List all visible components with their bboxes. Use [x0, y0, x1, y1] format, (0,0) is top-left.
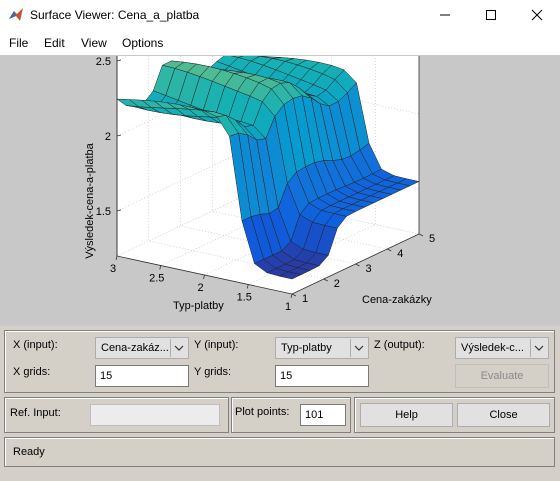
maximize-button[interactable]: [468, 0, 514, 30]
menu-options[interactable]: Options: [122, 36, 163, 50]
menu-view[interactable]: View: [81, 36, 107, 50]
y-tick: [115, 255, 118, 261]
y-axis-label: Typ-platby: [173, 300, 224, 312]
close-icon: [531, 9, 543, 21]
menu-edit[interactable]: Edit: [44, 36, 65, 50]
plot-points-label: Plot points:: [235, 406, 290, 418]
evaluate-button[interactable]: Evaluate: [455, 364, 549, 388]
x-tick: [418, 233, 424, 237]
x-input-label: X (input):: [13, 339, 58, 351]
y-input-select[interactable]: Typ-platby: [275, 337, 369, 359]
y-grids-value: 15: [280, 370, 293, 382]
axis-controls-panel: X (input): Cena-zakáz... Y (input): Typ-…: [4, 330, 555, 393]
x-grids-field[interactable]: 15: [95, 365, 189, 387]
plot-points-value: 101: [305, 409, 324, 421]
x-tick: [291, 293, 297, 297]
help-button[interactable]: Help: [360, 403, 453, 427]
plot-points-field[interactable]: 101: [300, 404, 346, 426]
y-tick-label: 2: [197, 282, 203, 294]
x-tick: [355, 263, 360, 267]
x-axis-label: Cena-zakázky: [362, 294, 432, 306]
y-tick: [290, 293, 293, 299]
x-tick-label: 4: [397, 248, 403, 260]
z-output-select[interactable]: Výsledek-c...: [455, 337, 549, 359]
surface-plot-area[interactable]: 2.5 2 1.5 1 2 3 4 5 3 2.5 2 1.5 1 Výsledek-cena-a-pl…: [0, 0, 560, 326]
close-window-button[interactable]: [514, 0, 560, 30]
z-tick-label: 2.5: [96, 56, 111, 68]
chevron-down-icon: [530, 339, 547, 357]
y-input-value: Typ-platby: [281, 342, 332, 354]
buttons-panel: Help Close: [354, 397, 555, 433]
x-tick: [387, 248, 392, 252]
z-tick-label: 1.5: [96, 206, 111, 218]
status-bar: Ready: [4, 437, 555, 467]
x-grids-value: 15: [100, 370, 113, 382]
z-output-label: Z (output):: [374, 339, 425, 351]
y-tick: [159, 265, 162, 270]
x-tick: [323, 278, 328, 282]
menu-bar: File Edit View Options: [0, 30, 560, 56]
ref-input-label: Ref. Input:: [10, 407, 61, 419]
matlab-icon: [9, 8, 23, 21]
x-input-select[interactable]: Cena-zakáz...: [95, 337, 189, 359]
y-tick-label: 3: [110, 263, 116, 275]
z-tick-label: 2: [105, 131, 111, 143]
ref-input-field[interactable]: [90, 404, 220, 426]
maximize-icon: [486, 10, 496, 20]
x-tick-label: 3: [366, 263, 372, 275]
y-tick-label: 2.5: [149, 273, 164, 285]
x-tick-label: 5: [429, 233, 435, 245]
minimize-icon: [440, 14, 450, 16]
chevron-down-icon: [170, 339, 187, 357]
ref-input-panel: Ref. Input:: [4, 397, 229, 433]
y-tick-label: 1.5: [237, 292, 252, 304]
status-text: Ready: [13, 446, 45, 458]
x-grids-label: X grids:: [13, 366, 51, 378]
window-title: Surface Viewer: Cena_a_platba: [30, 8, 200, 22]
x-tick-label: 1: [302, 293, 308, 305]
plot-points-panel: Plot points: 101: [231, 397, 351, 433]
x-input-value: Cena-zakáz...: [101, 342, 169, 354]
z-axis-label: Výsledek-cena-a-platba: [84, 142, 96, 258]
menu-file[interactable]: File: [9, 36, 28, 50]
x-tick-label: 2: [334, 278, 340, 290]
y-tick: [203, 274, 205, 280]
surface-plot[interactable]: 2.5 2 1.5 1 2 3 4 5 3 2.5 2 1.5 1 Výsledek-cena-a-pl…: [0, 0, 560, 326]
minimize-button[interactable]: [422, 0, 468, 30]
y-tick-label: 1: [285, 301, 291, 313]
y-grids-label: Y grids:: [194, 366, 232, 378]
y-grids-field[interactable]: 15: [275, 365, 369, 387]
y-tick: [246, 284, 249, 289]
y-input-label: Y (input):: [194, 339, 239, 351]
z-output-value: Výsledek-c...: [461, 342, 524, 354]
close-button[interactable]: Close: [457, 403, 550, 427]
title-bar: Surface Viewer: Cena_a_platba: [0, 0, 560, 30]
chevron-down-icon: [350, 339, 367, 357]
